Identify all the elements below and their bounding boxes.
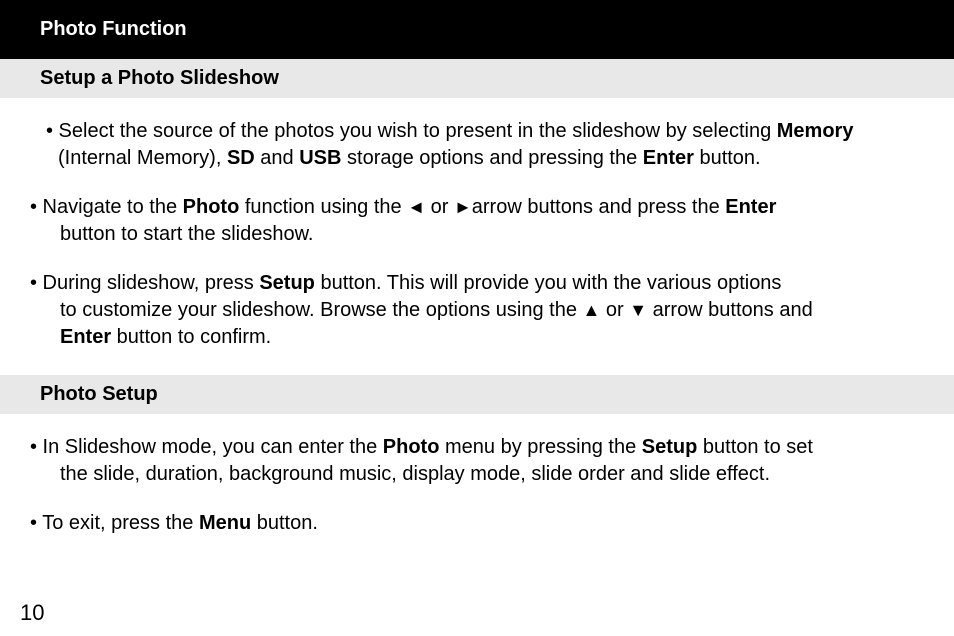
text: button to confirm. — [111, 326, 271, 348]
section-heading-photosetup: Photo Setup — [0, 375, 954, 414]
photosetup-content: • In Slideshow mode, you can enter the P… — [0, 414, 954, 569]
text: • To exit, press the — [30, 512, 199, 534]
left-arrow-icon: ◄ — [407, 197, 425, 217]
text: button to set — [697, 436, 813, 458]
text: (Internal Memory), — [58, 147, 227, 169]
section-heading-text: Photo Setup — [40, 383, 158, 405]
text: button. — [694, 147, 761, 169]
section-heading-text: Setup a Photo Slideshow — [40, 67, 279, 89]
bold-text: Enter — [643, 147, 694, 169]
right-arrow-icon: ► — [454, 197, 472, 217]
bold-text: Photo — [383, 436, 440, 458]
bullet-item: • Select the source of the photos you wi… — [40, 118, 914, 172]
text-continuation: Enter button to confirm. — [40, 324, 914, 351]
section-heading-slideshow: Setup a Photo Slideshow — [0, 59, 954, 98]
text: arrow buttons and press the — [472, 196, 725, 218]
text: storage options and pressing the — [341, 147, 642, 169]
text-continuation: to customize your slideshow. Browse the … — [40, 297, 914, 324]
page-number: 10 — [20, 600, 44, 626]
bold-text: Memory — [777, 120, 854, 142]
text: • Navigate to the — [30, 196, 183, 218]
bold-text: SD — [227, 147, 255, 169]
bold-text: Enter — [60, 326, 111, 348]
text: button. This will provide you with the v… — [315, 272, 782, 294]
page-title: Photo Function — [40, 18, 187, 40]
bold-text: USB — [299, 147, 341, 169]
bullet-item: • In Slideshow mode, you can enter the P… — [30, 434, 914, 488]
text: arrow buttons and — [647, 299, 813, 321]
text: function using the — [239, 196, 407, 218]
bullet-item: • During slideshow, press Setup button. … — [30, 270, 914, 351]
text: • During slideshow, press — [30, 272, 259, 294]
text: to customize your slideshow. Browse the … — [60, 299, 583, 321]
text: and — [255, 147, 299, 169]
text: button. — [251, 512, 318, 534]
bold-text: Enter — [725, 196, 776, 218]
text: • In Slideshow mode, you can enter the — [30, 436, 383, 458]
bold-text: Setup — [259, 272, 315, 294]
up-arrow-icon: ▲ — [583, 300, 601, 320]
slideshow-content: • Select the source of the photos you wi… — [0, 98, 954, 375]
bold-text: Menu — [199, 512, 251, 534]
bold-text: Setup — [642, 436, 698, 458]
text: or — [425, 196, 454, 218]
text: menu by pressing the — [439, 436, 641, 458]
text: or — [600, 299, 629, 321]
text: • Select the source of the photos you wi… — [46, 120, 777, 142]
text-continuation: the slide, duration, background music, d… — [40, 461, 914, 488]
bullet-item: • To exit, press the Menu button. — [30, 510, 914, 537]
down-arrow-icon: ▼ — [629, 300, 647, 320]
bold-text: Photo — [183, 196, 240, 218]
text-continuation: button to start the slideshow. — [40, 221, 914, 248]
bullet-item: • Navigate to the Photo function using t… — [30, 194, 914, 248]
page-header: Photo Function — [0, 0, 954, 59]
